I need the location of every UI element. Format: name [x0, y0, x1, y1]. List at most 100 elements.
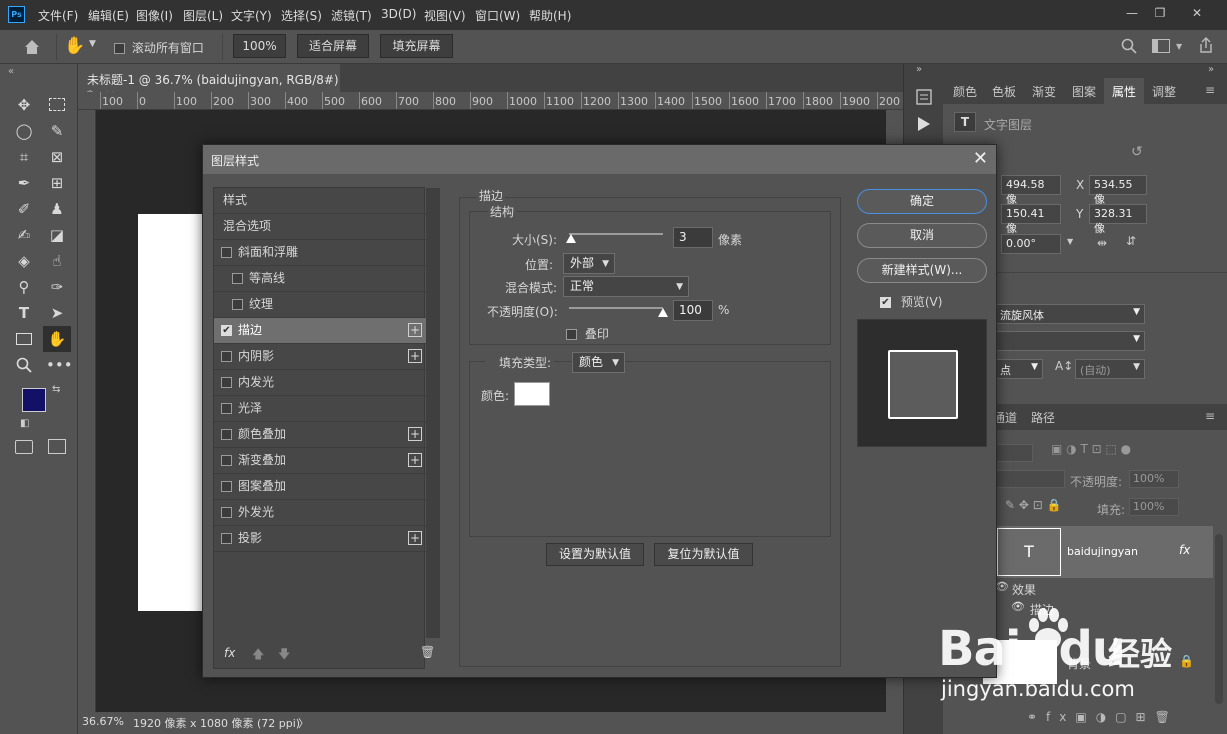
layers-scrollbar[interactable]	[1215, 534, 1223, 704]
document-canvas[interactable]	[138, 214, 204, 611]
panel-menu-icon[interactable]: ≡	[1205, 409, 1215, 423]
checkbox-icon[interactable]	[221, 377, 232, 388]
hand-tool-icon[interactable]: ✋	[43, 326, 71, 352]
history-brush-icon[interactable]: ✍	[13, 224, 35, 246]
marquee-tool-icon[interactable]	[46, 94, 68, 116]
tab-adjustments[interactable]: 调整	[1152, 83, 1176, 100]
checkbox-icon[interactable]	[221, 403, 232, 414]
document-tab[interactable]: 未标题-1 @ 36.7% (baidujingyan, RGB/8#) * ×	[78, 64, 340, 102]
frame-tool-icon[interactable]: ⊠	[46, 146, 68, 168]
menu-window[interactable]: 窗口(W)	[475, 7, 520, 24]
menu-view[interactable]: 视图(V)	[424, 7, 466, 24]
trash-icon[interactable]: 🗑	[420, 645, 435, 659]
fill-screen-button[interactable]: 填充屏幕	[380, 34, 453, 58]
dialog-close-icon[interactable]: ✕	[973, 148, 988, 169]
blend-mode-dropdown[interactable]: 正常 ▼	[563, 276, 689, 297]
checkbox-checked-icon[interactable]: ✔	[880, 297, 891, 308]
width-field[interactable]: 494.58 像	[1001, 175, 1061, 206]
type-tool-icon[interactable]: T	[13, 302, 35, 324]
add-instance-plus-icon[interactable]: +	[408, 453, 422, 467]
blend-mode-dropdown[interactable]	[995, 470, 1065, 488]
flip-horizontal-icon[interactable]: ⇹	[1097, 236, 1107, 250]
style-item-5[interactable]: ✔ 描边 +	[214, 318, 426, 344]
default-colors-icon[interactable]: ◧	[20, 418, 29, 429]
workspace-icon[interactable]	[1152, 39, 1170, 53]
cancel-button[interactable]: 取消	[857, 223, 987, 248]
menu-type[interactable]: 文字(Y)	[231, 7, 272, 24]
minimize-button[interactable]: —	[1118, 2, 1146, 24]
height-field[interactable]: 150.41 像	[1001, 204, 1061, 235]
fill-field[interactable]: 100%	[1129, 498, 1179, 516]
font-size-field[interactable]: 点 ▼	[995, 359, 1043, 379]
size-input[interactable]: 3	[673, 227, 713, 248]
quick-mask-icon[interactable]	[15, 440, 33, 454]
share-icon[interactable]	[1197, 36, 1215, 54]
size-slider[interactable]	[569, 233, 663, 235]
scroll-all-checkbox[interactable]: 滚动所有窗口	[114, 39, 204, 56]
style-item-1[interactable]: 混合选项	[214, 214, 426, 240]
menu-help[interactable]: 帮助(H)	[529, 7, 571, 24]
checkbox-icon[interactable]	[221, 247, 232, 258]
screen-mode-icon[interactable]	[48, 439, 66, 454]
opacity-field[interactable]: 100%	[1129, 470, 1179, 488]
tab-paths[interactable]: 路径	[1031, 409, 1055, 426]
actions-play-icon[interactable]	[918, 117, 930, 131]
menu-3d[interactable]: 3D(D)	[381, 7, 416, 21]
dodge-tool-icon[interactable]: ⚲	[13, 276, 35, 298]
chevron-down-icon[interactable]: ▼	[89, 39, 96, 49]
font-style-dropdown[interactable]: ▼	[995, 331, 1145, 351]
checkbox-icon[interactable]	[566, 329, 577, 340]
layer-name[interactable]: baidujingyan	[1067, 545, 1138, 558]
status-menu-icon[interactable]: 〉	[298, 715, 309, 731]
collapse-icon[interactable]: «	[8, 66, 14, 77]
zoom-status[interactable]: 36.67%	[82, 715, 124, 728]
fill-type-dropdown[interactable]: 颜色 ▼	[572, 352, 625, 373]
close-window-button[interactable]: ✕	[1183, 2, 1211, 24]
zoom-tool-icon[interactable]	[13, 354, 35, 376]
checkbox-icon[interactable]	[221, 455, 232, 466]
menu-select[interactable]: 选择(S)	[281, 7, 322, 24]
style-item-11[interactable]: 图案叠加	[214, 474, 426, 500]
checkbox-icon[interactable]	[221, 351, 232, 362]
move-down-arrow-icon[interactable]: 🡇	[278, 645, 290, 666]
opacity-input[interactable]: 100	[673, 300, 713, 321]
checkbox-icon[interactable]	[232, 273, 243, 284]
restore-button[interactable]: ❐	[1146, 2, 1174, 24]
checkbox-icon[interactable]	[114, 43, 125, 54]
style-item-8[interactable]: 光泽	[214, 396, 426, 422]
fit-screen-button[interactable]: 适合屏幕	[297, 34, 369, 58]
layer-filter-icons[interactable]: ▣ ◑ T ⊡ ⬚ ●	[1051, 442, 1131, 456]
style-item-12[interactable]: 外发光	[214, 500, 426, 526]
y-field[interactable]: 328.31 像	[1089, 204, 1147, 235]
styles-list-scrollbar[interactable]	[426, 188, 440, 638]
quick-select-tool-icon[interactable]: ✎	[46, 120, 68, 142]
lasso-tool-icon[interactable]: ◯	[13, 120, 35, 142]
eyedropper-tool-icon[interactable]: ✒	[13, 172, 35, 194]
collapse-icon[interactable]: »	[1208, 64, 1214, 75]
menu-layer[interactable]: 图层(L)	[183, 7, 223, 24]
more-tools-icon[interactable]: •••	[46, 354, 73, 376]
style-item-0[interactable]: 样式	[214, 188, 426, 214]
collapse-icon[interactable]: »	[916, 64, 922, 75]
style-item-9[interactable]: 颜色叠加 +	[214, 422, 426, 448]
new-style-button[interactable]: 新建样式(W)...	[857, 258, 987, 283]
home-icon[interactable]	[22, 37, 42, 57]
menu-image[interactable]: 图像(I)	[136, 7, 173, 24]
smudge-tool-icon[interactable]: ☝	[46, 250, 68, 272]
menu-filter[interactable]: 滤镜(T)	[331, 7, 372, 24]
stamp-tool-icon[interactable]: ♟	[46, 198, 68, 220]
swap-colors-icon[interactable]: ⇆	[52, 384, 60, 395]
tab-gradient[interactable]: 渐变	[1032, 83, 1056, 100]
flip-vertical-icon[interactable]: ⇵	[1126, 234, 1136, 248]
add-instance-plus-icon[interactable]: +	[408, 323, 422, 337]
menu-edit[interactable]: 编辑(E)	[88, 7, 129, 24]
leading-field[interactable]: (自动) ▼	[1075, 359, 1145, 379]
set-default-button[interactable]: 设置为默认值	[546, 543, 644, 566]
visibility-eye-icon[interactable]: 👁	[995, 580, 1009, 593]
tab-pattern[interactable]: 图案	[1072, 83, 1096, 100]
layer-row-text[interactable]: T baidujingyan fx	[995, 526, 1213, 578]
rectangle-tool-icon[interactable]	[13, 328, 35, 350]
stroke-color-swatch[interactable]	[514, 382, 550, 406]
chevron-down-icon[interactable]: ▼	[1067, 237, 1073, 246]
font-family-dropdown[interactable]: 流旋风体 ▼	[995, 304, 1145, 324]
